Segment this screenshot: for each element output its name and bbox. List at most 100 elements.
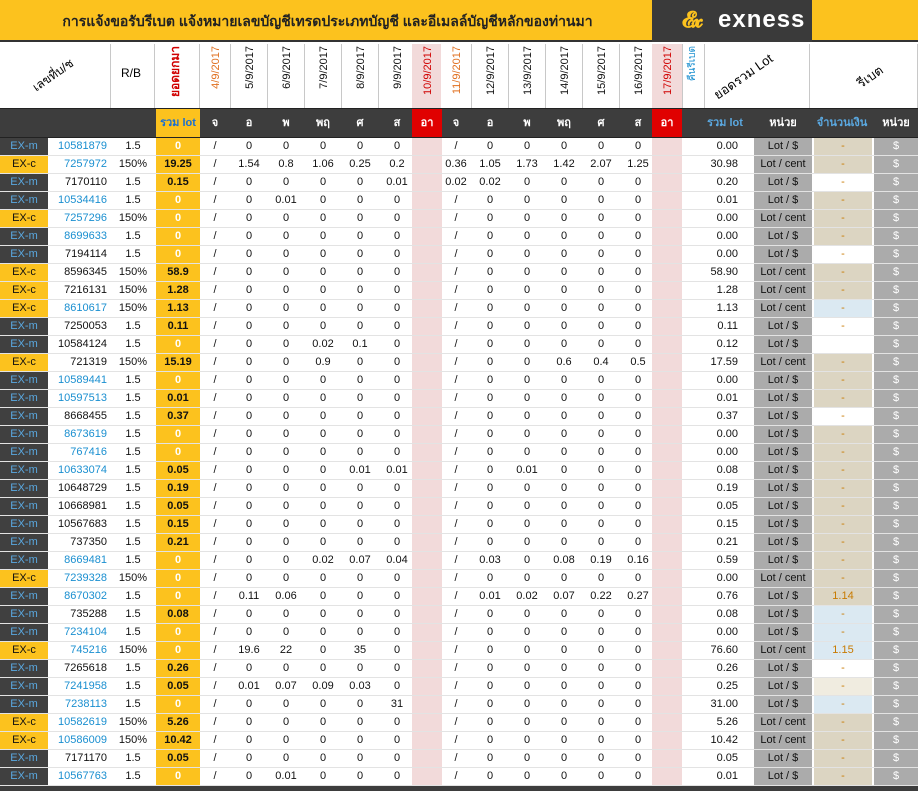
- opening-total: 19.25: [156, 156, 200, 173]
- daily-lot: 0: [393, 716, 401, 728]
- rb-value: 1.5: [125, 428, 141, 440]
- sunday-cell: [652, 192, 682, 209]
- unit-label: Lot / $: [754, 768, 812, 785]
- rb-value: 1.5: [125, 536, 141, 548]
- daily-lot: 0: [523, 230, 531, 242]
- daily-lot: 0: [486, 410, 494, 422]
- daily-lot: 0: [523, 410, 531, 422]
- daily-lot: 0: [356, 320, 364, 332]
- daily-lot: 0: [356, 626, 364, 638]
- daily-lot: 0: [560, 446, 568, 458]
- unit-label: Lot / $: [754, 750, 812, 767]
- account-type: EX-m: [0, 750, 48, 767]
- slash-cell: /: [213, 554, 217, 566]
- account-number: 767416: [70, 446, 107, 458]
- opening-total: 0: [156, 642, 200, 659]
- daily-lot: 0: [523, 536, 531, 548]
- unit-label: Lot / $: [754, 660, 812, 677]
- daily-lot: 0: [486, 644, 494, 656]
- table-row: EX-m 7234104 1.5 0 / 0 0 0 0 0 / 0 0 0 0 0 0.00 Lot / $ - $: [0, 624, 918, 642]
- rb-value: 150%: [118, 302, 148, 314]
- sunday-cell: [412, 426, 442, 443]
- daily-lot: 0: [319, 248, 327, 260]
- sunday-cell: [412, 642, 442, 659]
- account-type: EX-c: [0, 210, 48, 227]
- account-type: EX-m: [0, 606, 48, 623]
- account-type: EX-m: [0, 444, 48, 461]
- unit-label: Lot / cent: [754, 354, 812, 371]
- currency-symbol: $: [874, 624, 918, 641]
- table-row: EX-c 10586009 150% 10.42 / 0 0 0 0 0 / 0 0 0 0 0 10.42 Lo…: [0, 732, 918, 750]
- unit-label: Lot / cent: [754, 282, 812, 299]
- opening-total: 0.15: [156, 516, 200, 533]
- daily-lot: 0: [245, 716, 253, 728]
- slash-cell: /: [213, 212, 217, 224]
- daily-lot: 0: [597, 770, 605, 782]
- daily-lot: 0: [356, 518, 364, 530]
- daily-lot: 0: [393, 608, 401, 620]
- lot-sum: 17.59: [710, 356, 738, 368]
- rebate-amount: -: [814, 174, 872, 191]
- rb-value: 150%: [118, 716, 148, 728]
- daily-lot: 0: [319, 500, 327, 512]
- daily-lot: 0: [245, 500, 253, 512]
- subheader-day: ศ: [597, 117, 605, 129]
- daily-lot: 0: [486, 392, 494, 404]
- sunday-cell: [652, 444, 682, 461]
- rebate-amount: -: [814, 768, 872, 785]
- daily-lot: 0: [356, 752, 364, 764]
- daily-lot: 0: [393, 320, 401, 332]
- currency-symbol: $: [874, 696, 918, 713]
- rb-value: 1.5: [125, 194, 141, 206]
- daily-lot: 0: [486, 536, 494, 548]
- opening-total: 0.26: [156, 660, 200, 677]
- daily-lot: 0: [486, 698, 494, 710]
- daily-lot: 0: [560, 698, 568, 710]
- header-date: 8/9/2017: [342, 44, 379, 108]
- daily-lot: 0: [486, 356, 494, 368]
- account-number: 10584124: [58, 338, 107, 350]
- daily-lot: 0: [282, 392, 290, 404]
- lot-sum: 0.11: [717, 320, 738, 332]
- daily-lot: 0: [634, 446, 642, 458]
- sunday-cell: [652, 246, 682, 263]
- header-date-label: 13/9/2017: [522, 46, 534, 95]
- daily-lot: 0: [523, 716, 531, 728]
- daily-lot: 0: [486, 338, 494, 350]
- daily-lot: 0: [319, 626, 327, 638]
- daily-lot: 0: [282, 140, 290, 152]
- daily-lot: 0: [245, 320, 253, 332]
- currency-symbol: $: [874, 318, 918, 335]
- daily-lot: 0: [319, 608, 327, 620]
- subheader-day: อา: [652, 109, 682, 137]
- daily-lot: 0: [486, 266, 494, 278]
- daily-lot: 0: [245, 752, 253, 764]
- rb-value: 1.5: [125, 176, 141, 188]
- opening-total: 0.08: [156, 606, 200, 623]
- daily-lot: 0: [597, 338, 605, 350]
- daily-lot: 0: [560, 140, 568, 152]
- account-number: 7239328: [64, 572, 107, 584]
- daily-lot: 0: [523, 572, 531, 584]
- lot-sum: 1.13: [716, 302, 738, 314]
- slash-cell: /: [454, 500, 458, 512]
- slash-cell: /: [454, 464, 458, 476]
- rb-value: 1.5: [125, 554, 141, 566]
- daily-lot: 0: [597, 518, 605, 530]
- daily-lot: 0.9: [315, 356, 331, 368]
- daily-lot: 0: [560, 338, 568, 350]
- header-date: 17/9/2017: [652, 44, 683, 108]
- daily-lot: 1.73: [516, 158, 538, 170]
- daily-lot: 0: [245, 176, 253, 188]
- slash-cell: /: [454, 698, 458, 710]
- daily-lot: 0: [486, 608, 494, 620]
- daily-lot: 0: [393, 482, 401, 494]
- header-refund: คืนรีเบต: [683, 44, 705, 108]
- daily-lot: 0: [597, 410, 605, 422]
- currency-symbol: $: [874, 192, 918, 209]
- account-number: 10668981: [58, 500, 107, 512]
- rb-value: 1.5: [125, 608, 141, 620]
- sunday-cell: [652, 552, 682, 569]
- slash-cell: /: [213, 500, 217, 512]
- rebate-amount: [814, 336, 872, 353]
